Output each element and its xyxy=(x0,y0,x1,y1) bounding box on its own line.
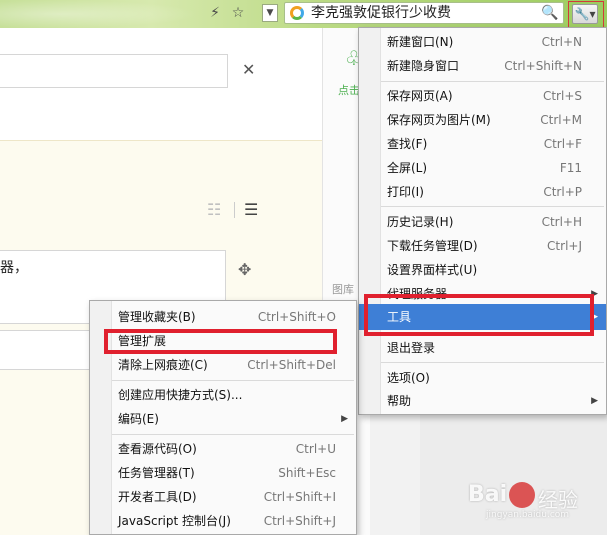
submenu-item-task-manager[interactable]: 任务管理器(T) Shift+Esc xyxy=(90,461,356,485)
menu-item-shortcut: Ctrl+Shift+N xyxy=(504,59,582,73)
menu-item-new-incognito-window[interactable]: 新建隐身窗口 Ctrl+Shift+N xyxy=(359,54,606,78)
submenu-item-create-app-shortcut[interactable]: 创建应用快捷方式(S)... xyxy=(90,383,356,407)
page-input[interactable] xyxy=(0,54,228,88)
side-label[interactable]: 点击 xyxy=(338,82,360,98)
menu-item-downloads[interactable]: 下载任务管理(D) Ctrl+J xyxy=(359,234,606,258)
submenu-item-manage-bookmarks[interactable]: 管理收藏夹(B) Ctrl+Shift+O xyxy=(90,305,356,329)
menu-item-shortcut: Ctrl+H xyxy=(541,215,582,229)
annotation-box-tools xyxy=(364,294,594,336)
menu-item-fullscreen[interactable]: 全屏(L) F11 xyxy=(359,156,606,180)
bolt-icon[interactable]: ⚡ xyxy=(207,3,223,23)
menu-item-save-page-as-image[interactable]: 保存网页为图片(M) Ctrl+M xyxy=(359,108,606,132)
menu-item-label: 保存网页为图片(M) xyxy=(387,113,491,127)
baidu-jingyan-watermark: Bai 经验 jingyan.baidu.com xyxy=(468,478,604,522)
menu-item-label: 开发者工具(D) xyxy=(118,490,197,504)
main-menu: 新建窗口(N) Ctrl+N 新建隐身窗口 Ctrl+Shift+N 保存网页(… xyxy=(358,27,607,415)
submenu-arrow-icon: ▶ xyxy=(591,396,598,406)
watermark-brand: Bai xyxy=(468,482,508,507)
menu-item-label: 下载任务管理(D) xyxy=(387,239,478,253)
menu-item-label: 全屏(L) xyxy=(387,161,428,175)
menu-item-label: 管理收藏夹(B) xyxy=(118,310,196,324)
menu-item-label: JavaScript 控制台(J) xyxy=(118,514,231,528)
menu-item-label: 设置界面样式(U) xyxy=(387,263,478,277)
menu-item-label: 历史记录(H) xyxy=(387,215,454,229)
menu-item-find[interactable]: 查找(F) Ctrl+F xyxy=(359,132,606,156)
numbered-list-icon[interactable]: ☷ xyxy=(207,200,221,219)
menu-item-history[interactable]: 历史记录(H) Ctrl+H xyxy=(359,210,606,234)
menu-separator xyxy=(381,362,604,363)
menu-item-save-page[interactable]: 保存网页(A) Ctrl+S xyxy=(359,84,606,108)
menu-item-shortcut: Ctrl+U xyxy=(295,442,336,456)
menu-item-shortcut: Ctrl+S xyxy=(542,89,582,103)
menu-item-label: 清除上网痕迹(C) xyxy=(118,358,208,372)
menu-item-label: 任务管理器(T) xyxy=(118,466,195,480)
search-engine-icon xyxy=(290,6,304,20)
search-bar[interactable]: 李克强敦促银行少收费 🔍 xyxy=(284,2,564,24)
submenu-arrow-icon: ▶ xyxy=(341,414,348,424)
menu-item-shortcut: Ctrl+P xyxy=(543,185,582,199)
menu-item-print[interactable]: 打印(I) Ctrl+P xyxy=(359,180,606,204)
menu-item-help[interactable]: 帮助 ▶ xyxy=(359,389,606,413)
menu-item-label: 帮助 xyxy=(387,394,412,408)
menu-item-shortcut: Shift+Esc xyxy=(278,466,336,480)
browser-toolbar: ⚡ ☆ ▼ 李克强敦促银行少收费 🔍 🔧▾ xyxy=(0,0,607,41)
menu-item-new-window[interactable]: 新建窗口(N) Ctrl+N xyxy=(359,30,606,54)
menu-item-label: 选项(O) xyxy=(387,371,430,385)
menu-item-label: 打印(I) xyxy=(387,185,424,199)
menu-item-label: 查找(F) xyxy=(387,137,428,151)
watermark-brand-cn: 经验 xyxy=(538,488,578,512)
divider xyxy=(234,202,235,218)
menu-item-options[interactable]: 选项(O) xyxy=(359,366,606,390)
menu-item-shortcut: Ctrl+F xyxy=(543,137,582,151)
menu-item-shortcut: F11 xyxy=(559,161,582,175)
submenu-item-clear-browsing-data[interactable]: 清除上网痕迹(C) Ctrl+Shift+Del xyxy=(90,353,356,377)
paw-icon xyxy=(509,482,535,508)
menu-item-shortcut: Ctrl+N xyxy=(541,35,582,49)
menu-item-label: 编码(E) xyxy=(118,412,159,426)
gallery-label[interactable]: 图库 xyxy=(332,281,354,297)
submenu-item-developer-tools[interactable]: 开发者工具(D) Ctrl+Shift+I xyxy=(90,485,356,509)
menu-item-shortcut: Ctrl+M xyxy=(540,113,582,127)
watermark-url: jingyan.baidu.com xyxy=(486,510,570,520)
menu-item-logout[interactable]: 退出登录 xyxy=(359,336,606,360)
menu-item-label: 保存网页(A) xyxy=(387,89,453,103)
menu-separator xyxy=(381,81,604,82)
wrench-icon[interactable]: 🔧▾ xyxy=(572,4,598,24)
menu-separator xyxy=(112,434,354,435)
menu-item-shortcut: Ctrl+Shift+O xyxy=(257,310,336,324)
bullet-list-icon[interactable]: ☰ xyxy=(244,200,258,219)
menu-item-shortcut: Ctrl+J xyxy=(547,239,582,253)
submenu-item-javascript-console[interactable]: JavaScript 控制台(J) Ctrl+Shift+J xyxy=(90,509,356,533)
annotation-box-manage-extensions xyxy=(104,329,337,354)
close-icon[interactable]: ✕ xyxy=(242,60,255,79)
menu-item-label: 新建隐身窗口 xyxy=(387,59,460,73)
text-line: 器， xyxy=(0,260,28,276)
search-input[interactable]: 李克强敦促银行少收费 xyxy=(311,4,451,22)
menu-item-label: 创建应用快捷方式(S)... xyxy=(118,388,243,402)
menu-separator xyxy=(381,206,604,207)
menu-item-shortcut: Ctrl+Shift+I xyxy=(263,490,336,504)
menu-item-shortcut: Ctrl+Shift+Del xyxy=(247,358,336,372)
star-icon[interactable]: ☆ xyxy=(228,3,248,23)
move-icon[interactable]: ✥ xyxy=(238,260,251,279)
menu-separator xyxy=(112,380,354,381)
toolbar-background xyxy=(0,0,200,28)
menu-item-label: 查看源代码(O) xyxy=(118,442,197,456)
submenu-item-view-source[interactable]: 查看源代码(O) Ctrl+U xyxy=(90,437,356,461)
menu-item-label: 新建窗口(N) xyxy=(387,35,454,49)
search-icon[interactable]: 🔍 xyxy=(541,3,558,23)
submenu-item-encoding[interactable]: 编码(E) ▶ xyxy=(90,407,356,431)
menu-item-interface-style[interactable]: 设置界面样式(U) xyxy=(359,258,606,282)
menu-item-label: 退出登录 xyxy=(387,341,436,355)
chevron-down-icon[interactable]: ▼ xyxy=(262,4,278,22)
menu-item-shortcut: Ctrl+Shift+J xyxy=(263,514,336,528)
